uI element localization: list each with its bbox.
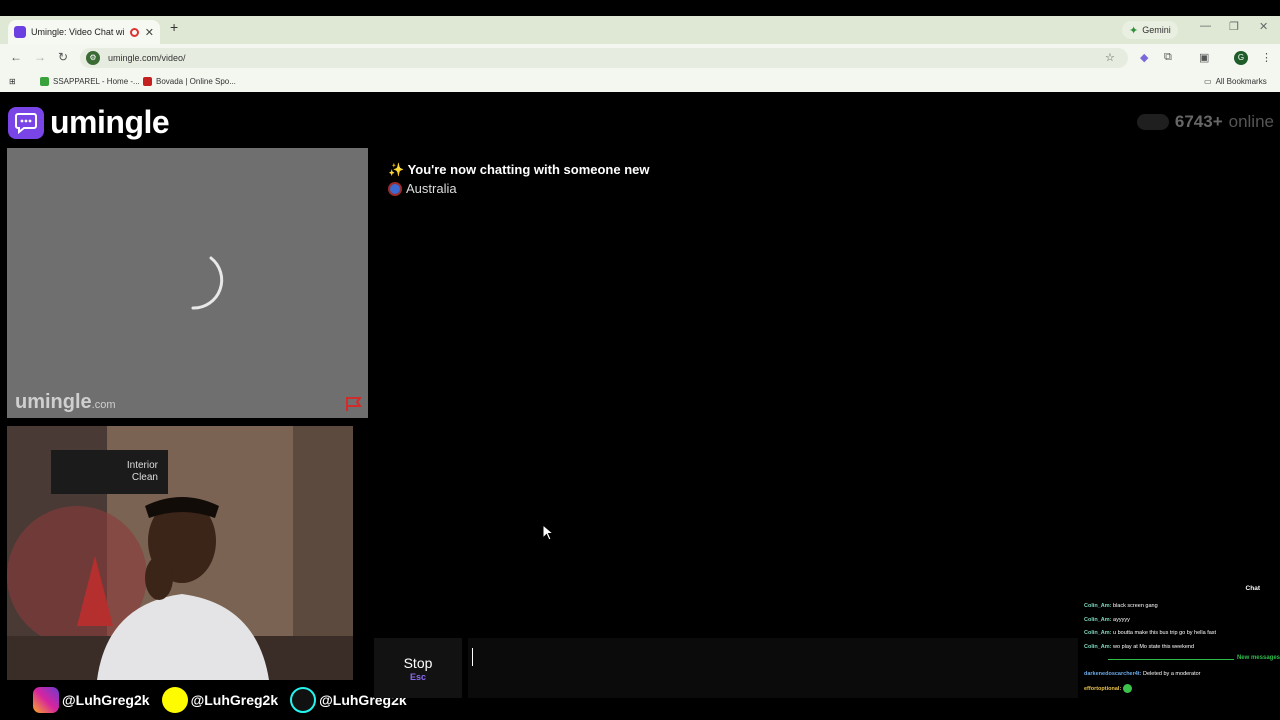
- side-panel-icon[interactable]: ▣: [1199, 51, 1209, 64]
- address-bar[interactable]: ⚙ umingle.com/video/: [80, 48, 1128, 68]
- new-messages-label: New messages: [1233, 655, 1280, 661]
- loading-spinner-icon: [191, 256, 224, 310]
- folder-icon: ▭: [1204, 77, 1212, 86]
- reload-icon[interactable]: ↻: [58, 50, 68, 64]
- sign-line-1: Interior: [126, 460, 158, 471]
- social-handles-bar: @LuhGreg2k @LuhGreg2k @LuhGreg2k: [0, 680, 407, 720]
- australia-flag-icon: [388, 181, 402, 196]
- close-window-icon[interactable]: ✕: [1259, 20, 1268, 33]
- ssapparel-favicon-icon: [40, 77, 49, 86]
- all-bookmarks-button[interactable]: ▭ All Bookmarks: [1204, 77, 1267, 86]
- close-tab-icon[interactable]: ✕: [145, 26, 154, 39]
- chat-controls: Stop Esc: [374, 638, 1078, 698]
- overlay-message: effortoptional:: [1084, 684, 1132, 693]
- sign-line-2: Clean: [131, 472, 158, 483]
- tiktok-icon: [290, 687, 317, 713]
- new-tab-button[interactable]: +: [170, 19, 178, 35]
- report-flag-icon[interactable]: [345, 396, 363, 412]
- instagram-text: @LuhGreg2k: [62, 692, 150, 708]
- bovada-favicon-icon: [143, 77, 152, 86]
- all-bookmarks-label: All Bookmarks: [1215, 77, 1267, 86]
- online-label: online: [1228, 112, 1274, 131]
- stream-chat-overlay: Chat Colin_Am: black screen gang Colin_A…: [1078, 582, 1280, 700]
- overlay-text: wo play at Mo state this weekend: [1113, 644, 1195, 650]
- browser-tab[interactable]: Umingle: Video Chat with S ✕: [8, 20, 160, 44]
- chat-log: ✨ You're now chatting with someone new A…: [374, 148, 1274, 634]
- overlay-message: Colin_Am: black screen gang: [1084, 603, 1158, 609]
- bookmark-label: Bovada | Online Spo...: [156, 77, 236, 86]
- stop-button[interactable]: Stop Esc: [374, 638, 462, 698]
- instagram-handle: @LuhGreg2k: [33, 687, 150, 713]
- bookmark-label: SSAPPAREL - Home -...: [53, 77, 140, 86]
- overlay-username: darkenedoscarcher4t:: [1084, 671, 1142, 677]
- wall-sign: Interior Clean: [51, 450, 168, 494]
- stranger-country: Australia: [388, 181, 457, 196]
- watermark-brand: umingle: [15, 391, 92, 413]
- restore-icon[interactable]: ❐: [1229, 20, 1239, 33]
- overlay-text: ayyyyy: [1113, 617, 1130, 623]
- extension-icon[interactable]: ◆: [1140, 51, 1148, 64]
- instagram-icon: [33, 687, 59, 713]
- stop-shortcut: Esc: [409, 671, 426, 682]
- minimize-icon[interactable]: —: [1200, 20, 1211, 32]
- online-count: 6743+: [1174, 112, 1223, 131]
- back-arrow-icon[interactable]: ←: [10, 50, 22, 64]
- overlay-message: Colin_Am: u boutta make this bus trip go…: [1084, 630, 1216, 636]
- extensions-puzzle-icon[interactable]: ⧉: [1164, 51, 1172, 64]
- apps-grid-icon[interactable]: ⊞: [9, 77, 16, 86]
- site-info-icon[interactable]: ⚙: [86, 51, 100, 65]
- snapchat-text: @LuhGreg2k: [190, 692, 279, 708]
- snapchat-handle: @LuhGreg2k: [161, 687, 279, 713]
- menu-kebab-icon[interactable]: ⋮: [1261, 51, 1272, 64]
- country-name: Australia: [406, 181, 457, 196]
- stranger-video: umingle.com: [7, 148, 368, 418]
- bookmark-star-icon[interactable]: ☆: [1105, 51, 1115, 64]
- gemini-button[interactable]: ✦ Gemini: [1122, 21, 1178, 39]
- mouse-cursor-icon: [542, 524, 554, 541]
- overlay-message: Colin_Am: wo play at Mo state this weeke…: [1084, 644, 1194, 650]
- online-toggle[interactable]: [1136, 114, 1169, 130]
- profile-avatar[interactable]: G: [1234, 51, 1248, 65]
- gemini-label: Gemini: [1142, 25, 1171, 35]
- tab-strip: Umingle: Video Chat with S ✕ +: [0, 16, 1280, 44]
- message-input[interactable]: [468, 638, 1078, 698]
- brand-name: umingle: [50, 104, 170, 140]
- overlay-text: black screen gang: [1113, 603, 1158, 609]
- gemini-star-icon: ✦: [1129, 24, 1139, 37]
- overlay-message: Colin_Am: ayyyyy: [1084, 617, 1130, 623]
- watermark: umingle.com: [15, 391, 116, 414]
- overlay-username: Colin_Am:: [1084, 603, 1112, 609]
- umingle-favicon-icon: [14, 26, 26, 38]
- chat-status-message: ✨ You're now chatting with someone new: [388, 162, 650, 177]
- overlay-username: Colin_Am:: [1084, 630, 1112, 636]
- chat-bubble-logo-icon: [8, 106, 44, 139]
- bookmarks-bar: ⊞ SSAPPAREL - Home -... Bovada | Online …: [0, 72, 1280, 92]
- snapchat-icon: [161, 687, 188, 713]
- window-top-strip: [0, 0, 1280, 16]
- bookmark-item[interactable]: SSAPPAREL - Home -...: [40, 77, 140, 86]
- emote-icon: [1122, 684, 1132, 693]
- umingle-page: umingle 6743+ online umingle.com Interio…: [0, 96, 1280, 720]
- overlay-username: Colin_Am:: [1084, 644, 1112, 650]
- brand-logo[interactable]: umingle: [8, 104, 170, 141]
- url-text: umingle.com/video/: [108, 53, 186, 63]
- self-camera-video: Interior Clean: [7, 426, 353, 680]
- online-counter: 6743+ online: [1136, 112, 1274, 132]
- overlay-title: Chat: [1245, 585, 1260, 592]
- overlay-username: effortoptional:: [1084, 685, 1122, 692]
- forward-arrow-icon[interactable]: →: [34, 50, 46, 64]
- overlay-message: darkenedoscarcher4t: Deleted by a modera…: [1084, 671, 1201, 677]
- tab-title: Umingle: Video Chat with S: [31, 27, 124, 37]
- watermark-suffix: .com: [91, 399, 116, 411]
- new-messages-divider: New messages: [1108, 655, 1280, 661]
- overlay-text: u boutta make this bus trip go by hella …: [1113, 630, 1217, 636]
- bookmark-item[interactable]: Bovada | Online Spo...: [143, 77, 236, 86]
- recording-icon: [129, 27, 139, 37]
- text-caret: [472, 648, 473, 666]
- overlay-username: Colin_Am:: [1084, 617, 1112, 623]
- overlay-text: Deleted by a moderator: [1143, 671, 1201, 677]
- stop-label: Stop: [403, 654, 433, 671]
